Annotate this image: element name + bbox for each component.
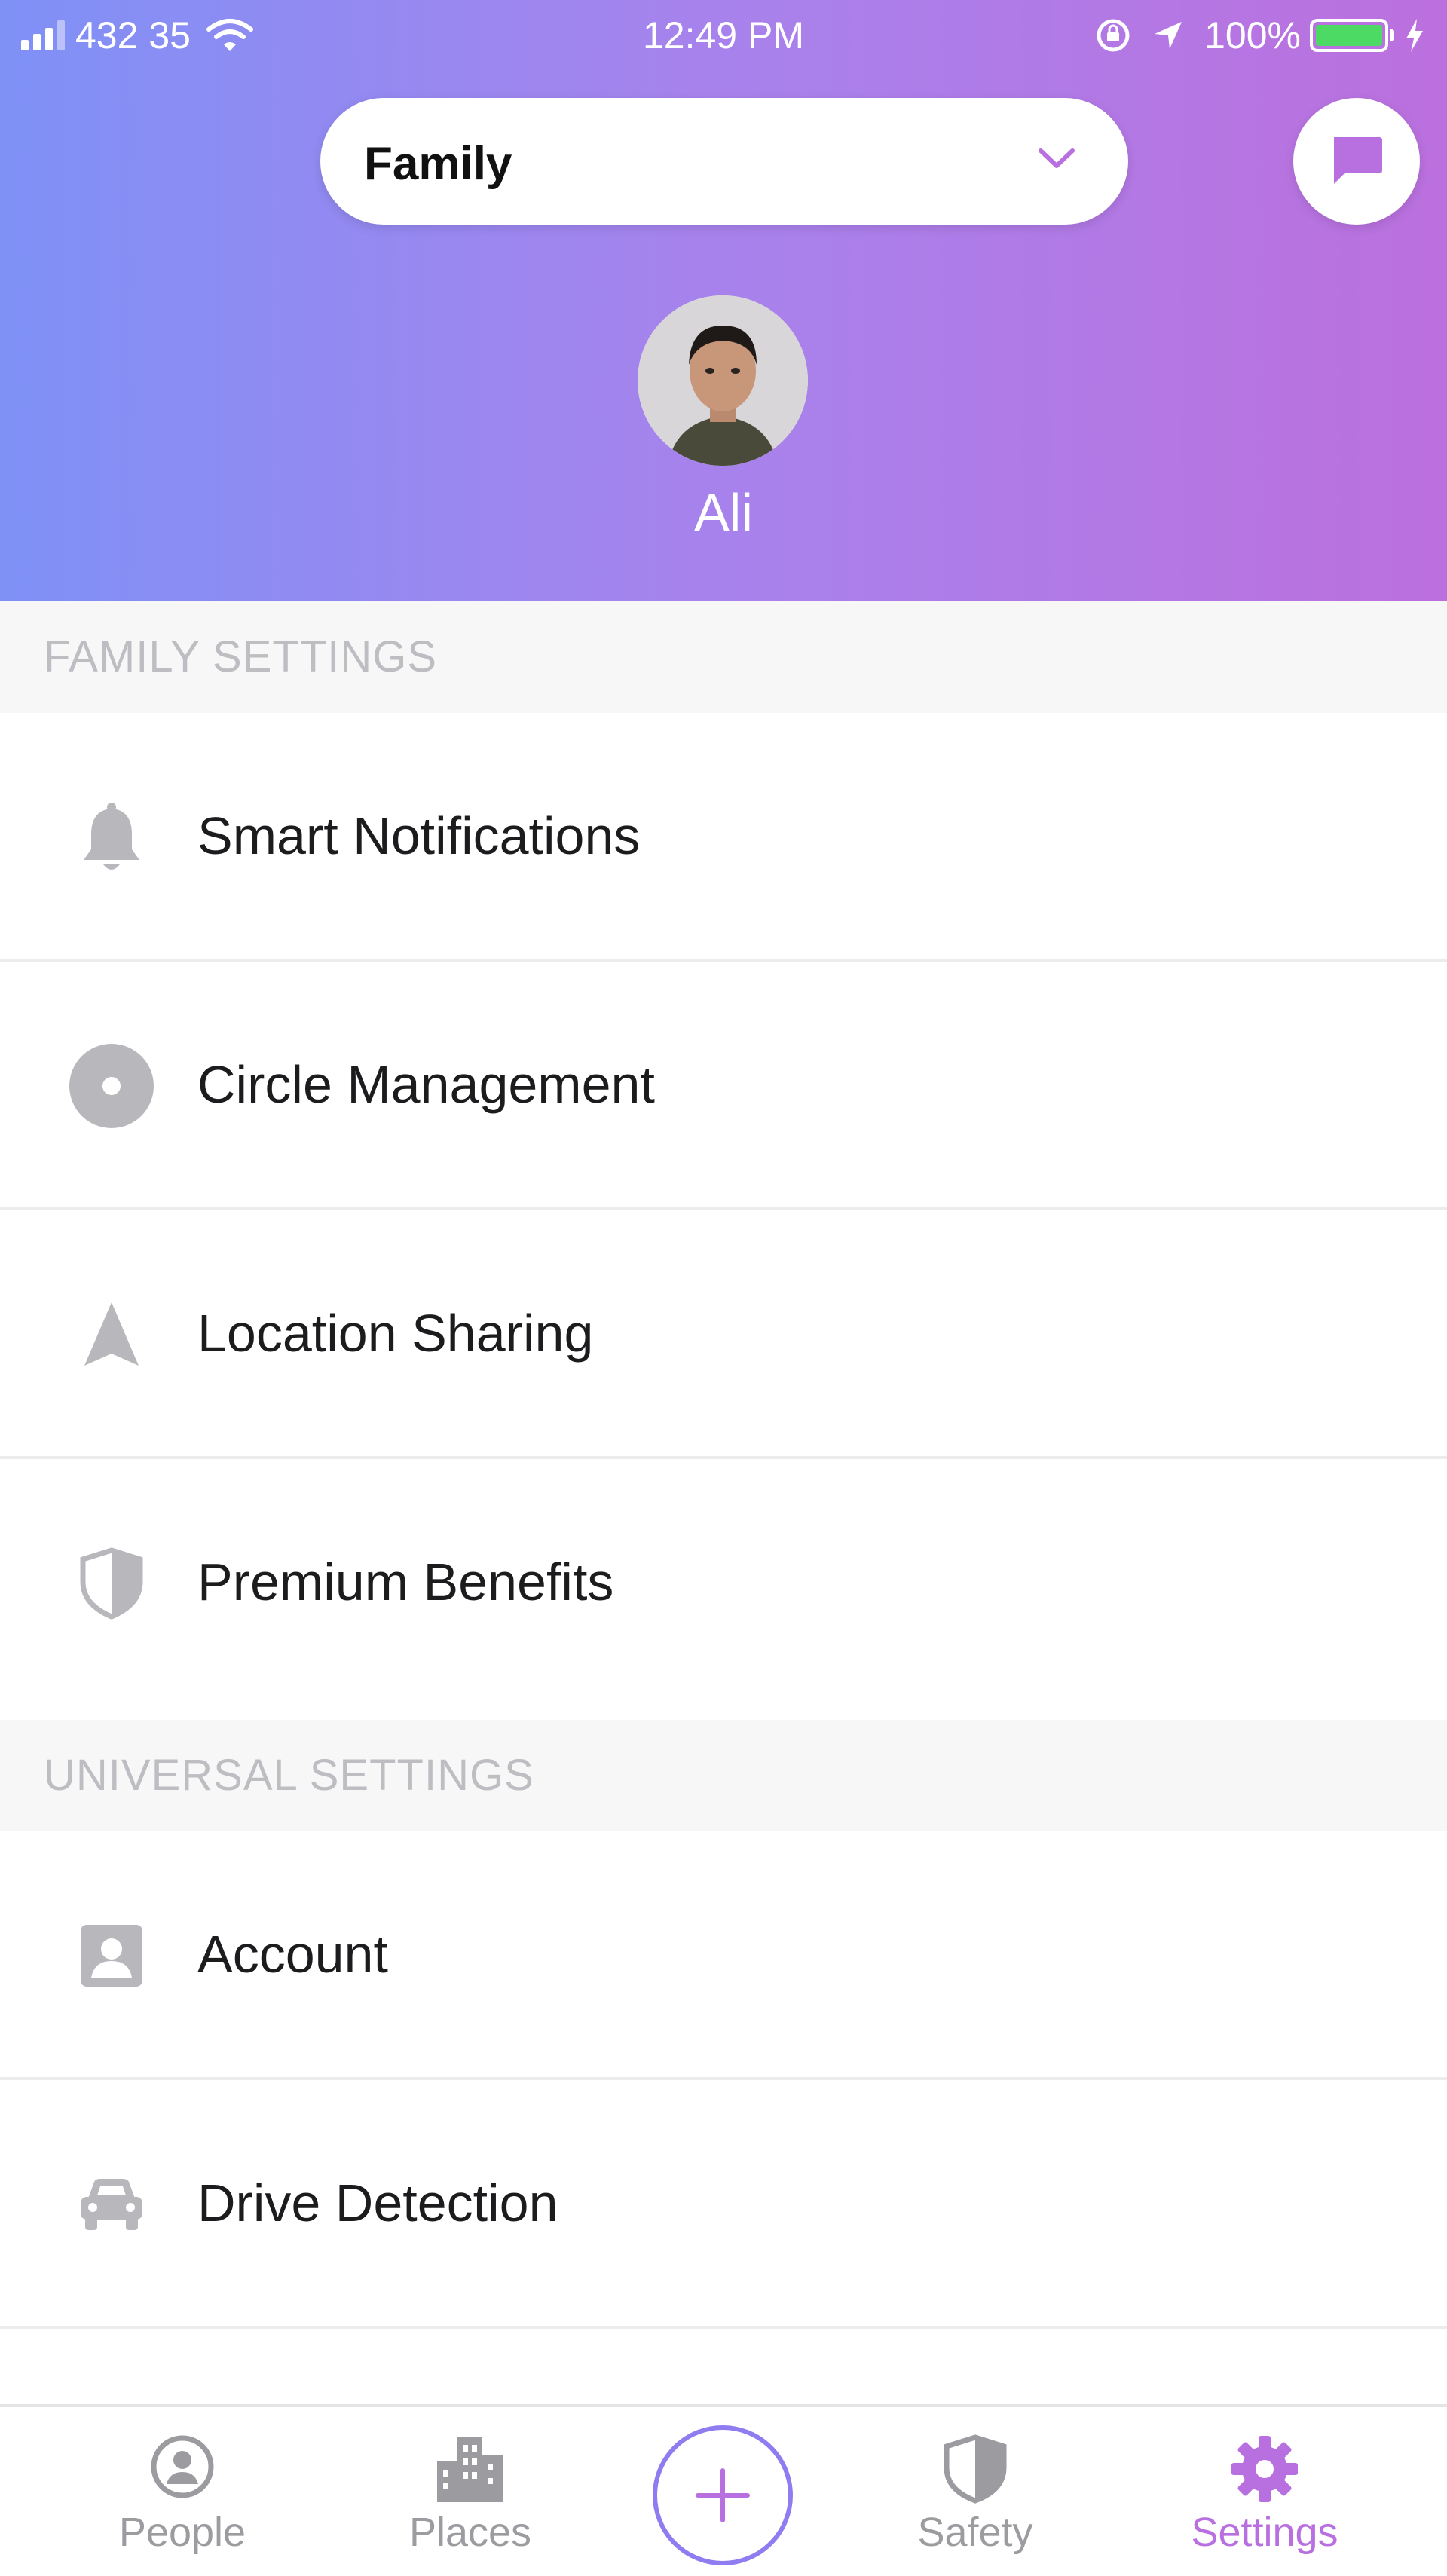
tab-safety[interactable]: Safety [862, 2407, 1088, 2576]
buildings-icon [437, 2437, 503, 2502]
settings-row-smart-notifications[interactable]: Smart Notifications [0, 713, 1447, 962]
circle-switcher-dropdown[interactable]: Family [320, 98, 1128, 225]
settings-row-location-sharing[interactable]: Location Sharing [0, 1210, 1447, 1459]
row-label: Smart Notifications [197, 806, 641, 865]
add-button[interactable] [653, 2425, 793, 2565]
tab-people[interactable]: People [69, 2407, 295, 2576]
location-arrow-icon [1155, 22, 1182, 49]
status-time: 12:49 PM [642, 14, 804, 57]
shield-icon [944, 2434, 1007, 2504]
chat-button[interactable] [1293, 98, 1420, 225]
tab-label: People [118, 2510, 246, 2555]
avatar-photo [638, 295, 808, 466]
settings-row-circle-management[interactable]: Circle Management [0, 962, 1447, 1210]
settings-row-premium-benefits[interactable]: Premium Benefits [0, 1459, 1447, 1708]
tab-bar: People Places Safety Settings [0, 2404, 1447, 2573]
battery-icon [1310, 19, 1394, 52]
tab-label: Places [408, 2510, 532, 2555]
settings-row-account[interactable]: Account [0, 1831, 1447, 2080]
avatar[interactable] [638, 295, 808, 466]
row-label: Drive Detection [197, 2174, 558, 2232]
settings-row-drive-detection[interactable]: Drive Detection [0, 2080, 1447, 2329]
status-bar: 432 35 12:49 PM 100% [0, 0, 1447, 75]
tab-label: Settings [1191, 2510, 1338, 2555]
user-name: Ali [694, 483, 753, 542]
section-header-universal-settings: UNIVERSAL SETTINGS [0, 1720, 1447, 1831]
plus-icon [696, 2468, 750, 2522]
gear-icon [1231, 2436, 1298, 2502]
battery-percent: 100% [1204, 14, 1301, 57]
tab-label: Safety [917, 2510, 1033, 2555]
tab-places[interactable]: Places [357, 2407, 583, 2576]
chevron-down-icon [1039, 148, 1075, 168]
circle-name: Family [364, 138, 512, 190]
row-label: Premium Benefits [197, 1553, 614, 1611]
chat-icon [1334, 137, 1382, 184]
row-label: Circle Management [197, 1055, 655, 1114]
bell-icon [84, 803, 139, 870]
section-header-family-settings: FAMILY SETTINGS [0, 601, 1447, 713]
person-icon [151, 2435, 214, 2498]
row-label: Account [197, 1925, 388, 1984]
car-icon [81, 2179, 142, 2230]
account-icon [81, 1925, 142, 1987]
circle-icon [69, 1044, 154, 1128]
orientation-lock-icon [1097, 19, 1130, 52]
tab-settings[interactable]: Settings [1152, 2407, 1378, 2576]
header: 432 35 12:49 PM 100% Family Ali [0, 0, 1447, 601]
location-arrow-icon [84, 1302, 139, 1366]
row-label: Location Sharing [197, 1304, 594, 1363]
shield-icon [80, 1547, 143, 1620]
charging-bolt-icon [1406, 19, 1423, 52]
